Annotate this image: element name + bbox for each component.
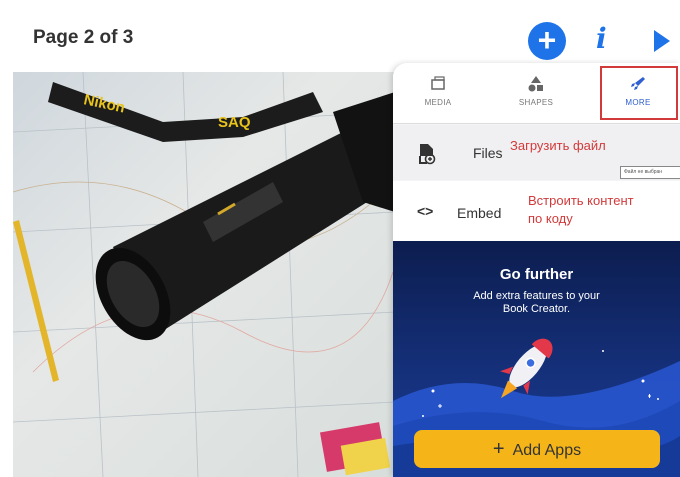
info-icon[interactable]: i	[596, 22, 607, 55]
media-icon	[431, 76, 445, 90]
embed-annotation: Встроить контент по коду	[528, 192, 634, 228]
embed-label: Embed	[457, 205, 502, 221]
embed-annotation-line1: Встроить контент	[528, 193, 634, 208]
tab-media[interactable]: MEDIA	[393, 63, 483, 123]
shapes-icon	[528, 76, 543, 92]
embed-annotation-line2: по коду	[528, 211, 573, 226]
add-apps-button[interactable]: + Add Apps	[414, 430, 660, 468]
highlight-box	[600, 66, 678, 120]
plus-icon: +	[492, 438, 505, 460]
top-bar: Page 2 of 3 + i	[0, 0, 680, 72]
panel-tabs: MEDIA SHAPES MORE	[393, 63, 680, 124]
page-indicator: Page 2 of 3	[33, 27, 134, 48]
tab-shapes-label: SHAPES	[518, 98, 554, 107]
page-photo[interactable]: Nikon SAQ	[13, 72, 395, 477]
embed-item[interactable]: <> Embed Встроить контент по коду	[393, 181, 680, 241]
add-apps-label: Add Apps	[512, 442, 582, 459]
file-tooltip: Файл не выбран	[620, 166, 680, 179]
file-add-icon	[419, 144, 436, 165]
tab-media-label: MEDIA	[424, 98, 452, 107]
files-label: Files	[473, 145, 503, 161]
map-camera-image: Nikon SAQ	[13, 72, 395, 477]
promo-text: Add extra features to your Book Creator.	[473, 290, 600, 315]
go-further-promo: Go further Add extra features to your Bo…	[393, 241, 680, 477]
plus-icon: +	[537, 22, 557, 58]
more-panel: MEDIA SHAPES MORE Files Загрузить файл Ф…	[393, 63, 680, 477]
play-icon[interactable]	[654, 30, 670, 52]
code-icon: <>	[417, 203, 434, 219]
files-annotation: Загрузить файл	[510, 138, 606, 153]
svg-text:SAQ: SAQ	[218, 114, 251, 131]
add-button[interactable]: +	[528, 22, 566, 60]
tab-shapes[interactable]: SHAPES	[491, 63, 581, 123]
promo-title: Go further	[499, 266, 574, 283]
